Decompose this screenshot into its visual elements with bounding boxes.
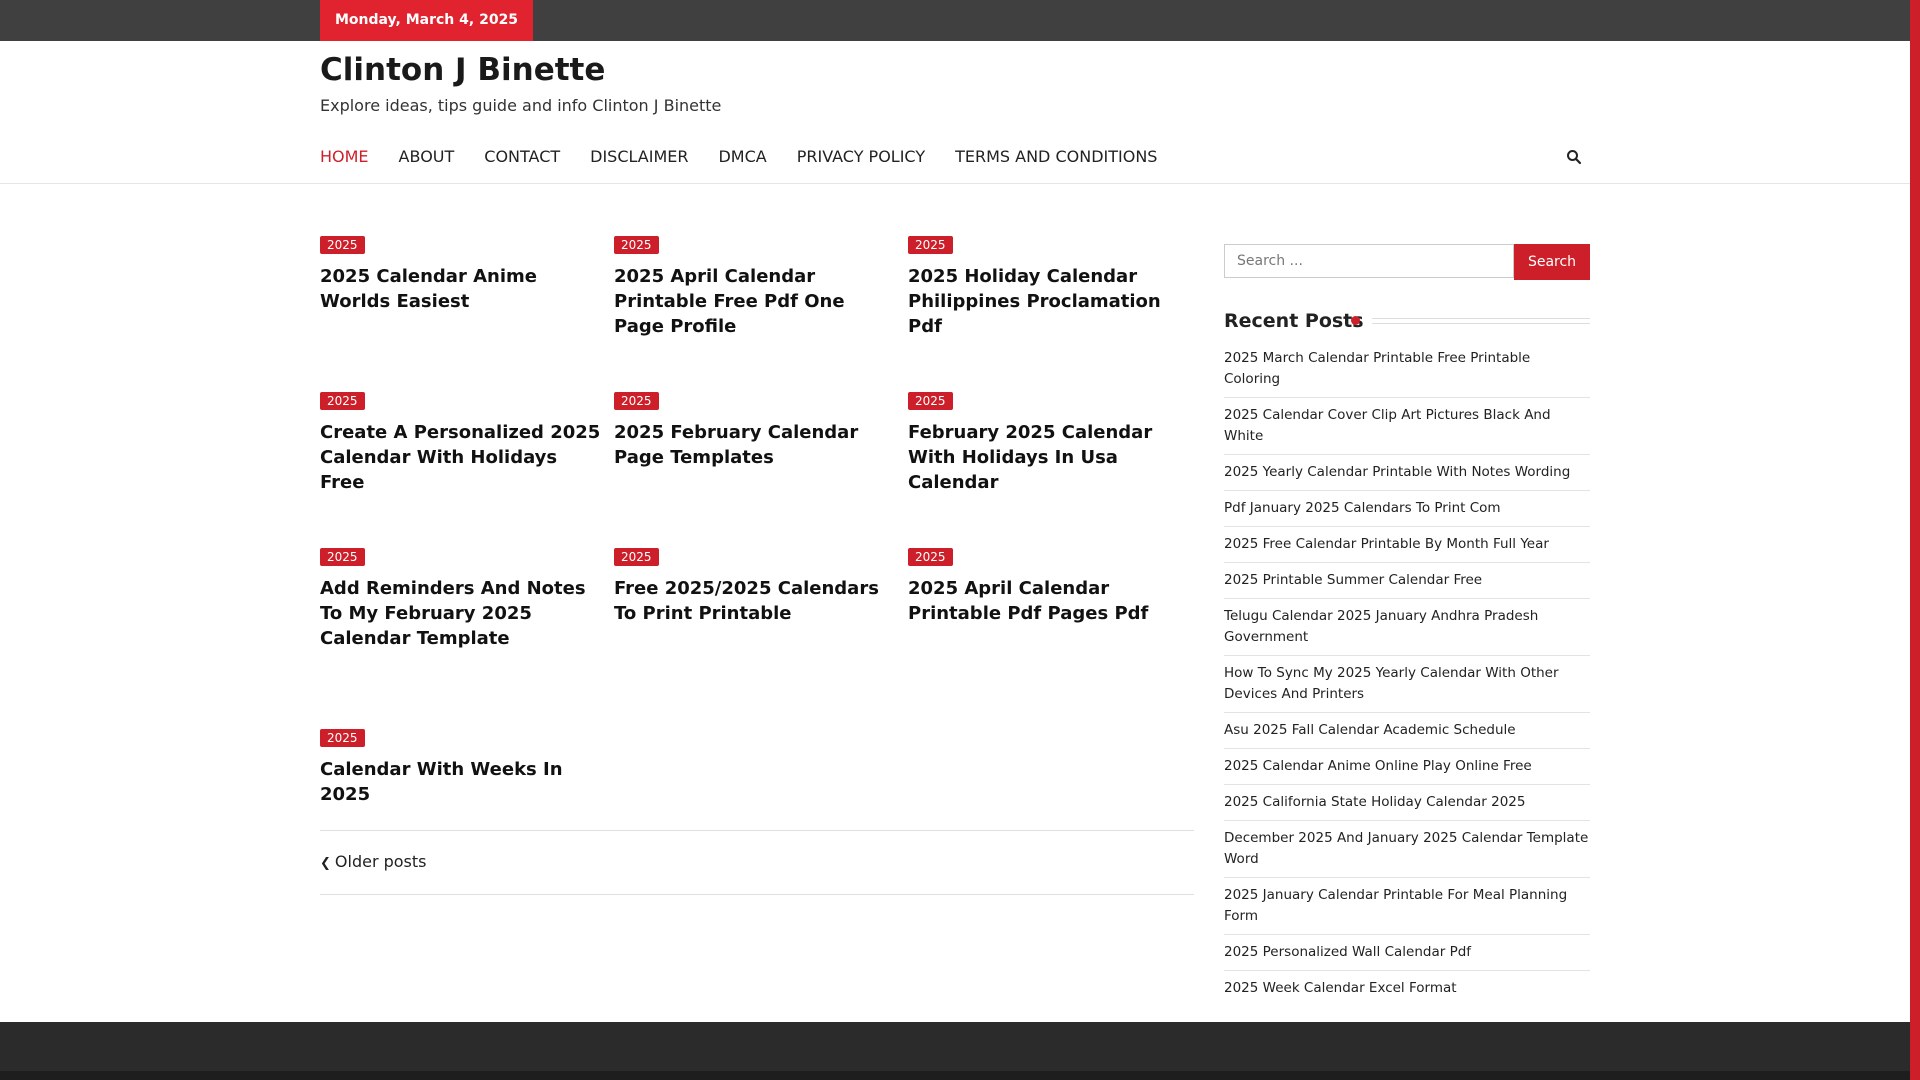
recent-post-link[interactable]: 2025 Free Calendar Printable By Month Fu… [1224, 532, 1590, 563]
recent-post-link[interactable]: 2025 Calendar Anime Online Play Online F… [1224, 754, 1590, 785]
recent-post-link[interactable]: 2025 Personalized Wall Calendar Pdf [1224, 940, 1590, 971]
post-title[interactable]: Free 2025/2025 Calendars To Print Printa… [614, 576, 899, 626]
recent-post-link[interactable]: How To Sync My 2025 Yearly Calendar With… [1224, 661, 1590, 713]
search-input[interactable] [1224, 244, 1514, 278]
recent-post-link[interactable]: Asu 2025 Fall Calendar Academic Schedule [1224, 718, 1590, 749]
recent-post-link[interactable]: 2025 Calendar Cover Clip Art Pictures Bl… [1224, 403, 1590, 455]
recent-post-link[interactable]: 2025 Printable Summer Calendar Free [1224, 568, 1590, 599]
pagination-divider [320, 894, 1194, 895]
top-bar: Monday, March 4, 2025 [0, 0, 1910, 41]
recent-post-link[interactable]: 2025 January Calendar Printable For Meal… [1224, 883, 1590, 935]
post-card: 2025 February 2025 Calendar With Holiday… [908, 390, 1193, 495]
post-card: 2025 2025 April Calendar Printable Pdf P… [908, 546, 1193, 626]
post-card: 2025 Calendar With Weeks In 2025 [320, 727, 605, 807]
nav-item-about[interactable]: ABOUT [399, 147, 455, 169]
category-badge[interactable]: 2025 [614, 236, 659, 254]
heading-rule [1372, 323, 1590, 324]
post-card: 2025 2025 Calendar Anime Worlds Easiest [320, 234, 605, 314]
post-title[interactable]: Add Reminders And Notes To My February 2… [320, 576, 605, 651]
recent-posts-heading: Recent Posts [1224, 310, 1364, 332]
scrollbar[interactable] [1910, 0, 1920, 1080]
category-badge[interactable]: 2025 [614, 392, 659, 410]
post-title[interactable]: 2025 April Calendar Printable Free Pdf O… [614, 264, 899, 339]
category-badge[interactable]: 2025 [320, 548, 365, 566]
search-button[interactable]: Search [1514, 244, 1590, 280]
category-badge[interactable]: 2025 [908, 392, 953, 410]
nav-divider [0, 183, 1910, 184]
post-title[interactable]: February 2025 Calendar With Holidays In … [908, 420, 1193, 495]
nav-item-privacy-policy[interactable]: PRIVACY POLICY [797, 147, 925, 169]
post-title[interactable]: 2025 February Calendar Page Templates [614, 420, 899, 470]
pagination-divider [320, 830, 1194, 831]
recent-post-link[interactable]: Telugu Calendar 2025 January Andhra Prad… [1224, 604, 1590, 656]
post-card: 2025 Create A Personalized 2025 Calendar… [320, 390, 605, 495]
post-title[interactable]: 2025 Holiday Calendar Philippines Procla… [908, 264, 1193, 339]
site-title[interactable]: Clinton J Binette [320, 52, 605, 88]
category-badge[interactable]: 2025 [908, 236, 953, 254]
category-badge[interactable]: 2025 [614, 548, 659, 566]
older-posts-link[interactable]: ❮ Older posts [320, 852, 427, 871]
post-card: 2025 Add Reminders And Notes To My Febru… [320, 546, 605, 651]
category-badge[interactable]: 2025 [320, 236, 365, 254]
heading-rule [1372, 318, 1590, 319]
current-date: Monday, March 4, 2025 [320, 0, 533, 41]
nav-item-home[interactable]: HOME [320, 147, 369, 169]
recent-posts-list: 2025 March Calendar Printable Free Print… [1224, 346, 1590, 1011]
post-title[interactable]: Create A Personalized 2025 Calendar With… [320, 420, 605, 495]
post-card: 2025 2025 February Calendar Page Templat… [614, 390, 899, 470]
recent-post-link[interactable]: Pdf January 2025 Calendars To Print Com [1224, 496, 1590, 527]
category-badge[interactable]: 2025 [320, 729, 365, 747]
older-posts-label: Older posts [334, 852, 427, 871]
site-description: Explore ideas, tips guide and info Clint… [320, 96, 722, 115]
nav-item-dmca[interactable]: DMCA [718, 147, 766, 169]
heading-dot [1351, 316, 1360, 325]
main-nav: HOME ABOUT CONTACT DISCLAIMER DMCA PRIVA… [320, 147, 1187, 169]
category-badge[interactable]: 2025 [908, 548, 953, 566]
recent-post-link[interactable]: 2025 Yearly Calendar Printable With Note… [1224, 460, 1590, 491]
recent-post-link[interactable]: 2025 Week Calendar Excel Format [1224, 976, 1590, 1006]
recent-post-link[interactable]: December 2025 And January 2025 Calendar … [1224, 826, 1590, 878]
post-card: 2025 2025 April Calendar Printable Free … [614, 234, 899, 339]
recent-post-link[interactable]: 2025 March Calendar Printable Free Print… [1224, 346, 1590, 398]
post-title[interactable]: 2025 April Calendar Printable Pdf Pages … [908, 576, 1193, 626]
search-icon[interactable] [1566, 149, 1582, 165]
post-card: 2025 Free 2025/2025 Calendars To Print P… [614, 546, 899, 626]
post-title[interactable]: 2025 Calendar Anime Worlds Easiest [320, 264, 605, 314]
nav-item-terms-and-conditions[interactable]: TERMS AND CONDITIONS [955, 147, 1157, 169]
nav-item-contact[interactable]: CONTACT [484, 147, 560, 169]
post-title[interactable]: Calendar With Weeks In 2025 [320, 757, 605, 807]
recent-post-link[interactable]: 2025 California State Holiday Calendar 2… [1224, 790, 1590, 821]
nav-item-disclaimer[interactable]: DISCLAIMER [590, 147, 688, 169]
footer-bottom-bar [0, 1071, 1910, 1080]
post-card: 2025 2025 Holiday Calendar Philippines P… [908, 234, 1193, 339]
chevron-left-icon: ❮ [320, 856, 331, 871]
category-badge[interactable]: 2025 [320, 392, 365, 410]
